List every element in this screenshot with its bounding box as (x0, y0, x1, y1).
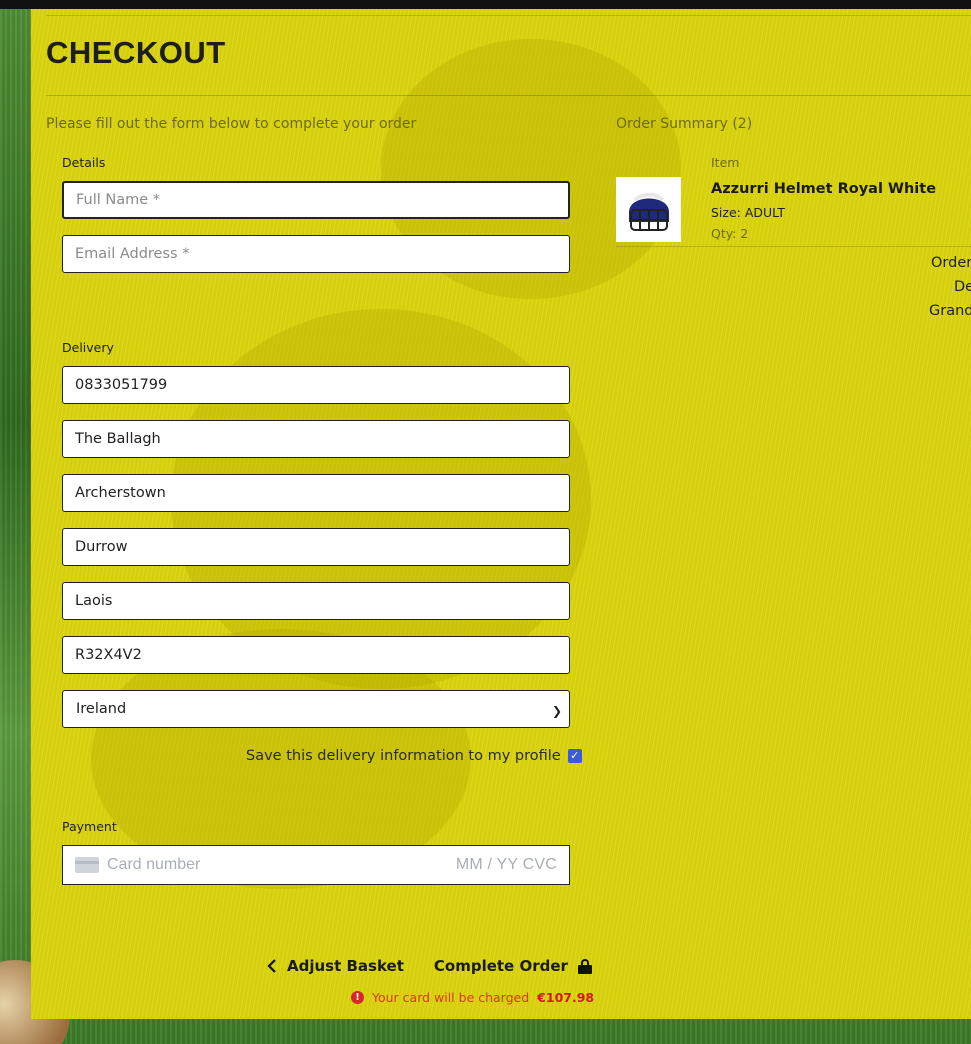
complete-order-button[interactable]: Complete Order (434, 957, 592, 975)
divider (616, 246, 971, 247)
card-number-placeholder[interactable]: Card number (107, 856, 456, 874)
divider (46, 15, 971, 16)
order-totals: Order De Grand (929, 251, 971, 323)
chevron-left-icon (267, 959, 276, 973)
charge-notice: ! Your card will be charged €107.98 (351, 990, 594, 1005)
full-name-input[interactable] (62, 181, 570, 219)
postcode-input[interactable] (62, 636, 570, 674)
page-title: CHECKOUT (46, 35, 226, 70)
item-column-label: Item (711, 155, 740, 170)
order-total-label: Order (931, 255, 971, 271)
credit-card-icon (75, 857, 99, 873)
save-info-label: Save this delivery information to my pro… (246, 748, 561, 764)
county-input[interactable] (62, 582, 570, 620)
country-select[interactable]: Ireland (62, 690, 570, 728)
adjust-basket-label: Adjust Basket (287, 957, 404, 975)
save-info-row: Save this delivery information to my pro… (246, 748, 582, 764)
checkout-panel: CHECKOUT Please fill out the form below … (31, 9, 971, 1019)
delivery-label-truncated: De (954, 279, 971, 295)
phone-number-input[interactable] (62, 366, 570, 404)
grand-total-label: Grand (929, 303, 971, 319)
form-instructions: Please fill out the form below to comple… (46, 116, 417, 132)
order-summary-heading: Order Summary (2) (616, 116, 753, 132)
street-address-2-input[interactable] (62, 474, 570, 512)
email-input[interactable] (62, 235, 570, 273)
item-name: Azzurri Helmet Royal White (711, 181, 937, 197)
checkout-actions: Adjust Basket Complete Order (267, 957, 592, 975)
charge-text: Your card will be charged (372, 990, 530, 1005)
complete-order-label: Complete Order (433, 957, 568, 975)
item-quantity: Qty: 2 (711, 226, 749, 241)
lock-icon (577, 958, 592, 974)
alert-icon: ! (351, 991, 364, 1004)
helmet-icon (628, 192, 669, 231)
town-input[interactable] (62, 528, 570, 566)
card-element[interactable]: Card number MM / YY CVC (62, 845, 570, 885)
divider (46, 95, 971, 96)
product-thumbnail[interactable] (616, 177, 681, 242)
card-expiry-cvc-placeholder[interactable]: MM / YY CVC (456, 856, 557, 874)
payment-label: Payment (62, 819, 117, 834)
top-bar (0, 0, 971, 9)
item-size: Size: ADULT (711, 205, 786, 220)
save-info-checkbox[interactable]: ✓ (567, 749, 582, 763)
delivery-label: Delivery (62, 340, 114, 355)
adjust-basket-button[interactable]: Adjust Basket (267, 957, 404, 975)
street-address-1-input[interactable] (62, 420, 570, 458)
charge-amount: €107.98 (537, 990, 595, 1005)
details-label: Details (62, 155, 106, 170)
